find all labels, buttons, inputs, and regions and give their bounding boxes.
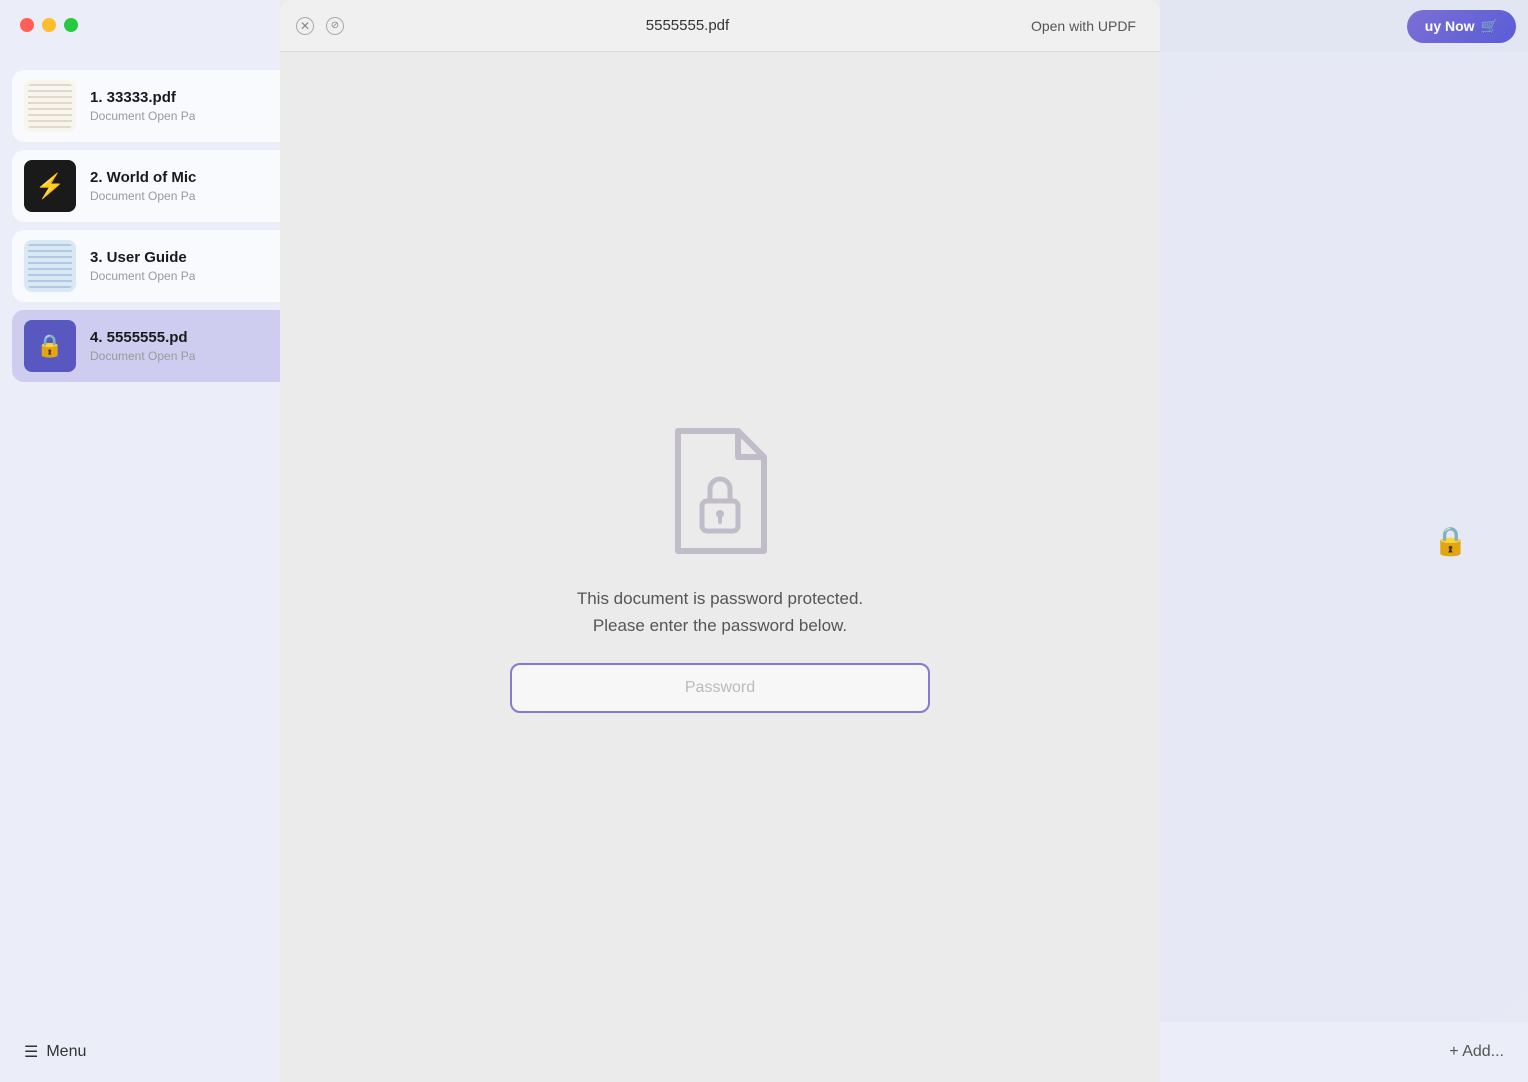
- sidebar-item-1[interactable]: 1. 33333.pdf 33333.pdf Document Open Pa: [12, 70, 298, 142]
- close-icon: ✕: [300, 19, 310, 33]
- sidebar-item-3-index: 3. User Guide: [90, 249, 187, 266]
- sidebar-item-4-subtitle: Document Open Pa: [90, 349, 195, 363]
- sidebar-item-4-info: 4. 5555555.pd 5555555.pd Document Open P…: [90, 329, 195, 363]
- sidebar-item-4-thumb: [24, 320, 76, 372]
- sidebar: 1. 33333.pdf 33333.pdf Document Open Pa …: [0, 0, 310, 1082]
- sidebar-item-1-info: 1. 33333.pdf 33333.pdf Document Open Pa: [90, 89, 195, 123]
- sidebar-item-2[interactable]: 2. World of Mic World of Mic Document Op…: [12, 150, 298, 222]
- sidebar-item-1-subtitle: Document Open Pa: [90, 109, 195, 123]
- sidebar-item-3-info: 3. User Guide User Guide Document Open P…: [90, 249, 195, 283]
- modal-message-line2: Please enter the password below.: [577, 612, 863, 639]
- modal-title-bar: ✕ ⊘ 5555555.pdf Open with UPDF: [280, 0, 1160, 52]
- sidebar-item-3[interactable]: 3. User Guide User Guide Document Open P…: [12, 230, 298, 302]
- sidebar-item-1-title: 1. 33333.pdf: [90, 89, 195, 106]
- traffic-light-yellow[interactable]: [42, 18, 56, 32]
- sidebar-item-3-subtitle: Document Open Pa: [90, 269, 195, 283]
- sidebar-item-4[interactable]: 4. 5555555.pd 5555555.pd Document Open P…: [12, 310, 298, 382]
- modal-title: 5555555.pdf: [356, 17, 1019, 34]
- traffic-light-green[interactable]: [64, 18, 78, 32]
- traffic-light-red[interactable]: [20, 18, 34, 32]
- hamburger-icon: ☰: [24, 1042, 38, 1062]
- modal-message: This document is password protected. Ple…: [577, 585, 863, 639]
- modal-body: This document is password protected. Ple…: [280, 52, 1160, 1082]
- sidebar-item-2-info: 2. World of Mic World of Mic Document Op…: [90, 169, 196, 203]
- add-button[interactable]: + Add...: [1449, 1043, 1504, 1061]
- menu-label: Menu: [46, 1043, 86, 1061]
- password-input[interactable]: [510, 663, 930, 713]
- right-lock-icon: 🔒: [1433, 526, 1468, 557]
- menu-button[interactable]: ☰ Menu: [24, 1042, 86, 1062]
- modal-close-button[interactable]: ✕: [296, 17, 314, 35]
- open-with-updf-button[interactable]: Open with UPDF: [1031, 18, 1136, 34]
- sidebar-item-1-thumb: [24, 80, 76, 132]
- locked-document-icon: [650, 421, 790, 561]
- password-modal: ✕ ⊘ 5555555.pdf Open with UPDF This doc: [280, 0, 1160, 1082]
- sidebar-item-2-subtitle: Document Open Pa: [90, 189, 196, 203]
- open-with-label: Open with UPDF: [1031, 18, 1136, 34]
- buy-now-label: uy Now: [1425, 18, 1475, 34]
- add-label: + Add...: [1449, 1043, 1504, 1060]
- sidebar-item-4-index: 4. 5555555.pd: [90, 329, 188, 346]
- sidebar-items: 1. 33333.pdf 33333.pdf Document Open Pa …: [0, 60, 310, 392]
- modal-stop-button[interactable]: ⊘: [326, 17, 344, 35]
- cart-icon: 🛒: [1481, 18, 1498, 35]
- stop-icon: ⊘: [331, 20, 339, 31]
- traffic-lights: [20, 18, 78, 32]
- sidebar-item-2-thumb: [24, 160, 76, 212]
- password-input-wrapper: [510, 663, 930, 713]
- right-lock-area: 🔒: [1433, 525, 1468, 558]
- buy-now-button[interactable]: uy Now 🛒: [1407, 10, 1516, 43]
- sidebar-item-2-index: 2. World of Mic: [90, 169, 196, 186]
- sidebar-item-3-thumb: [24, 240, 76, 292]
- modal-message-line1: This document is password protected.: [577, 585, 863, 612]
